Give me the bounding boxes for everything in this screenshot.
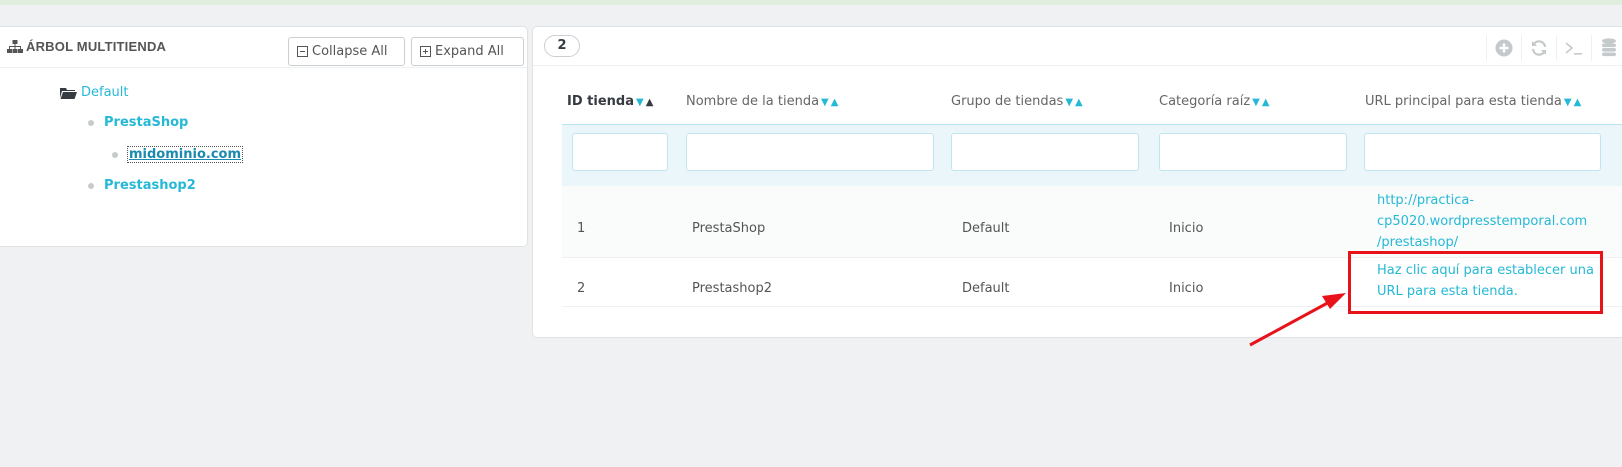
sort-asc-icon[interactable]: ▲: [646, 97, 654, 108]
column-header-label: URL principal para esta tienda: [1365, 94, 1562, 109]
tree-title-text: ÁRBOL MULTITIENDA: [26, 39, 167, 54]
sql-query-button[interactable]: [1556, 35, 1591, 61]
filter-id-input[interactable]: [572, 133, 668, 171]
top-strip: [0, 0, 1622, 5]
cell-id: 1: [577, 221, 586, 236]
bullet: [88, 182, 94, 189]
cell-group: Default: [962, 221, 1010, 236]
refresh-icon: [1531, 40, 1547, 56]
table-panel-header: 2: [533, 27, 1622, 66]
column-header-label: Nombre de la tienda: [686, 94, 820, 109]
cell-name: PrestaShop: [692, 221, 766, 236]
tree-node-prestashop2[interactable]: Prestashop2: [88, 178, 196, 193]
url-line: /prestashop/: [1377, 235, 1459, 250]
minus-square-icon: [297, 46, 308, 57]
shop-url-link[interactable]: http://practica- cp5020.wordpresstempora…: [1377, 190, 1587, 253]
cell-name: Prestashop2: [692, 281, 772, 296]
expand-all-label: Expand All: [435, 44, 504, 59]
multistore-tree-panel: ÁRBOL MULTITIENDA Collapse All Expand Al…: [0, 26, 528, 247]
cell-id: 2: [577, 281, 586, 296]
filter-category-input[interactable]: [1159, 133, 1347, 171]
collapse-all-label: Collapse All: [312, 44, 388, 59]
bullet: [112, 151, 118, 158]
tree-node-prestashop[interactable]: PrestaShop: [88, 115, 188, 130]
sort-desc-icon[interactable]: ▼: [1252, 97, 1260, 108]
sort-desc-icon[interactable]: ▼: [821, 97, 829, 108]
highlight-box: [1348, 251, 1603, 314]
sort-asc-icon[interactable]: ▲: [831, 97, 839, 108]
sort-desc-icon[interactable]: ▼: [1065, 97, 1073, 108]
cell-category: Inicio: [1169, 221, 1204, 236]
column-header-category[interactable]: Categoría raíz ▼ ▲: [1159, 94, 1270, 109]
refresh-button[interactable]: [1521, 35, 1556, 61]
folder-open-icon: [60, 87, 77, 99]
column-header-label: ID tienda: [567, 94, 634, 109]
cell-group: Default: [962, 281, 1010, 296]
url-line: cp5020.wordpresstemporal.com: [1377, 214, 1588, 229]
column-header-id[interactable]: ID tienda ▼ ▲: [567, 94, 653, 109]
cell-category: Inicio: [1169, 281, 1204, 296]
add-new-button[interactable]: [1486, 35, 1521, 61]
collapse-all-button[interactable]: Collapse All: [288, 37, 405, 66]
bullet: [88, 119, 94, 126]
column-header-url[interactable]: URL principal para esta tienda ▼ ▲: [1365, 94, 1581, 109]
plus-square-icon: [420, 46, 431, 57]
export-sql-manager-button[interactable]: [1591, 35, 1622, 61]
column-header-label: Categoría raíz: [1159, 94, 1251, 109]
tree-panel-header: ÁRBOL MULTITIENDA Collapse All Expand Al…: [0, 27, 527, 68]
tree-node-label: midominio.com: [126, 146, 244, 163]
sort-asc-icon[interactable]: ▲: [1075, 97, 1083, 108]
panel-toolbar: [1486, 35, 1622, 61]
sort-desc-icon[interactable]: ▼: [1564, 97, 1572, 108]
column-header-label: Grupo de tiendas: [951, 94, 1064, 109]
tree-node-label: Prestashop2: [104, 178, 196, 193]
sort-desc-icon[interactable]: ▼: [636, 97, 644, 108]
filter-group-input[interactable]: [951, 133, 1139, 171]
plus-circle-icon: [1495, 39, 1513, 57]
tree-node-midominio[interactable]: midominio.com: [112, 146, 244, 163]
shop-count-badge: 2: [544, 35, 580, 57]
tree-title: ÁRBOL MULTITIENDA: [7, 39, 166, 54]
sitemap-icon: [7, 40, 23, 53]
column-header-name[interactable]: Nombre de la tienda ▼ ▲: [686, 94, 838, 109]
tree-node-label: PrestaShop: [104, 115, 189, 130]
database-icon: [1602, 38, 1616, 57]
filter-name-input[interactable]: [686, 133, 934, 171]
terminal-icon: [1565, 42, 1582, 55]
sort-asc-icon[interactable]: ▲: [1262, 97, 1270, 108]
url-line: http://practica-: [1377, 193, 1475, 208]
filter-url-input[interactable]: [1364, 133, 1601, 171]
tree-node-label: Default: [81, 85, 129, 100]
expand-all-button[interactable]: Expand All: [411, 37, 524, 66]
column-header-group[interactable]: Grupo de tiendas ▼ ▲: [951, 94, 1083, 109]
sort-asc-icon[interactable]: ▲: [1574, 97, 1582, 108]
tree-node-default[interactable]: Default: [60, 85, 129, 100]
